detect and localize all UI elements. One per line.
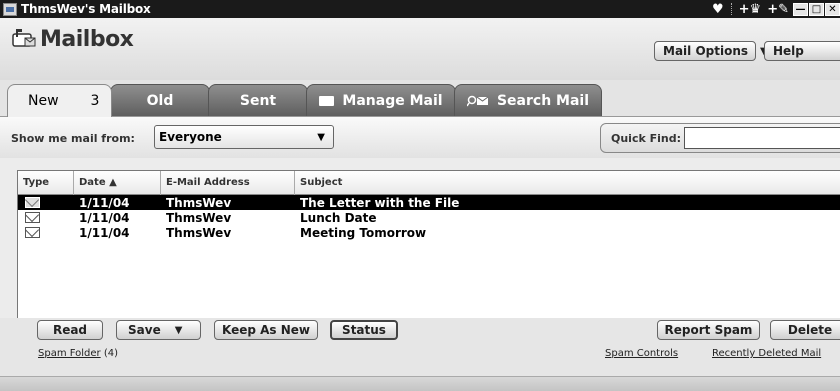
help-label: Help: [773, 44, 804, 58]
spam-folder-link[interactable]: Spam Folder (4): [38, 348, 118, 359]
quick-find: Quick Find:: [600, 123, 840, 153]
page-title: Mailbox: [40, 27, 134, 52]
tab-manage-label: Manage Mail: [342, 93, 443, 109]
status-button[interactable]: Status: [330, 320, 398, 340]
chevron-down-icon: ▼: [317, 132, 325, 143]
minimize-button[interactable]: —: [793, 2, 808, 16]
subject-cell: Meeting Tomorrow: [300, 225, 427, 240]
date-cell: 1/11/04: [79, 195, 130, 210]
status-label: Status: [342, 323, 386, 337]
tab-new[interactable]: New 3: [7, 84, 112, 117]
envelope-icon: [25, 227, 40, 238]
table-row[interactable]: 1/11/04 ThmsWev Meeting Tomorrow: [18, 225, 840, 240]
tab-manage-mail[interactable]: Manage Mail: [306, 84, 456, 117]
subject-cell: The Letter with the File: [300, 195, 460, 210]
tab-sent-label: Sent: [239, 93, 277, 109]
heart-icon[interactable]: ♥: [712, 2, 724, 17]
keep-as-new-button[interactable]: Keep As New: [214, 320, 318, 340]
tab-search-mail[interactable]: Search Mail: [454, 84, 602, 117]
save-button[interactable]: Save ▼: [116, 320, 201, 340]
mail-from-selected: Everyone: [159, 130, 222, 144]
show-mail-from-label: Show me mail from:: [11, 132, 135, 145]
keep-as-new-label: Keep As New: [221, 323, 310, 337]
title-bar-controls: ♥ +♛ +✎ — □ ✕: [709, 0, 840, 18]
quick-find-input[interactable]: [684, 127, 840, 149]
email-cell: ThmsWev: [166, 210, 232, 225]
type-cell: [18, 212, 74, 223]
filter-bar: Show me mail from: Everyone ▼ Quick Find…: [0, 116, 840, 158]
delete-label: Delete: [787, 323, 833, 337]
list-header: Type Date ▲ E-Mail Address Subject: [18, 171, 840, 195]
email-cell: ThmsWev: [166, 225, 232, 240]
table-row[interactable]: 1/11/04 ThmsWev Lunch Date: [18, 210, 840, 225]
spam-controls-link[interactable]: Spam Controls: [605, 348, 678, 359]
subject-cell: Lunch Date: [300, 210, 377, 225]
date-cell: 1/11/04: [79, 225, 130, 240]
mailbox-header: Mailbox Mail Options ▼ Help: [0, 18, 840, 80]
tab-search-label: Search Mail: [496, 93, 590, 109]
window-title-bar: ThmsWev's Mailbox ♥ +♛ +✎ — □ ✕: [0, 0, 840, 18]
divider: [730, 3, 732, 15]
compose-icon[interactable]: +✎: [767, 2, 789, 17]
maximize-button[interactable]: □: [809, 2, 824, 16]
spam-folder-label: Spam Folder: [38, 348, 101, 359]
mail-options-button[interactable]: Mail Options ▼: [654, 41, 768, 61]
folder-icon: [319, 96, 335, 106]
email-cell: ThmsWev: [166, 195, 232, 210]
app-icon: [3, 2, 17, 16]
tab-sent[interactable]: Sent: [208, 84, 308, 117]
date-cell: 1/11/04: [79, 210, 130, 225]
close-button[interactable]: ✕: [825, 2, 840, 16]
envelope-icon: [25, 197, 40, 208]
envelope-icon: [25, 212, 40, 223]
message-list: Type Date ▲ E-Mail Address Subject 1/11/…: [17, 170, 840, 320]
report-spam-button[interactable]: Report Spam: [657, 320, 760, 340]
tab-new-label: New: [28, 93, 59, 109]
message-list-area: Type Date ▲ E-Mail Address Subject 1/11/…: [0, 158, 840, 320]
read-button[interactable]: Read: [37, 320, 103, 340]
tab-new-count: 3: [90, 93, 100, 109]
delete-button[interactable]: Delete: [770, 320, 840, 340]
mail-from-select[interactable]: Everyone ▼: [154, 125, 334, 149]
mailbox-icon: [12, 29, 36, 47]
add-buddy-icon[interactable]: +♛: [739, 2, 762, 17]
chevron-down-icon: ▼: [174, 324, 183, 336]
help-button[interactable]: Help: [764, 41, 840, 61]
save-label: Save: [128, 323, 161, 337]
report-spam-label: Report Spam: [664, 323, 753, 337]
type-cell: [18, 227, 74, 238]
column-type[interactable]: Type: [18, 171, 74, 195]
search-mail-icon: [466, 95, 489, 107]
tab-old-label: Old: [146, 93, 174, 109]
recently-deleted-link[interactable]: Recently Deleted Mail: [712, 348, 821, 359]
column-subject[interactable]: Subject: [295, 171, 840, 195]
window-title: ThmsWev's Mailbox: [21, 2, 151, 16]
spam-folder-count: (4): [103, 348, 119, 359]
spam-controls-label: Spam Controls: [605, 348, 679, 359]
mailbox-tabs: New 3 Old Sent Manage Mail Search Mail: [0, 80, 840, 117]
tab-old[interactable]: Old: [110, 84, 210, 117]
recently-deleted-label: Recently Deleted Mail: [712, 348, 822, 359]
type-cell: [18, 197, 74, 208]
mail-options-label: Mail Options: [663, 44, 749, 58]
table-row[interactable]: 1/11/04 ThmsWev The Letter with the File: [18, 195, 840, 210]
column-date[interactable]: Date ▲: [74, 171, 161, 195]
window-footer: [0, 376, 840, 391]
read-label: Read: [52, 323, 88, 337]
column-email[interactable]: E-Mail Address: [161, 171, 295, 195]
quick-find-label: Quick Find:: [611, 132, 682, 145]
action-bar: Read Save ▼ Keep As New Status Report Sp…: [0, 318, 840, 376]
